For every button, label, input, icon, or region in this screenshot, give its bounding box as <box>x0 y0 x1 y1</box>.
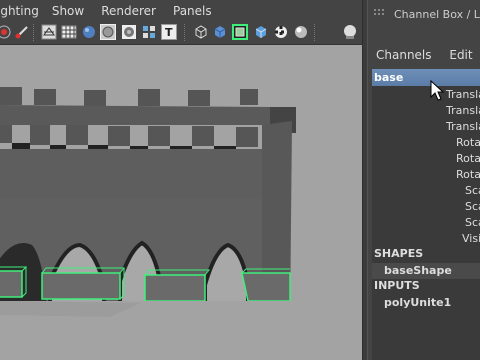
toolbar-separator <box>184 24 187 41</box>
grid-icon[interactable] <box>61 24 77 40</box>
shape-node-item[interactable]: baseShape <box>372 263 480 279</box>
toolbar-separator <box>314 24 317 41</box>
attr-visibility[interactable]: Visi <box>462 231 480 247</box>
menu-panels[interactable]: Panels <box>173 4 212 18</box>
input-node-item[interactable]: polyUnite1 <box>372 295 480 311</box>
attr-scale-x[interactable]: Sca <box>465 183 480 199</box>
isolate-select-icon[interactable]: T <box>161 24 177 40</box>
attr-translate-z[interactable]: Transla <box>446 119 480 135</box>
sphere-icon[interactable] <box>293 24 309 40</box>
selected-node-name[interactable]: base <box>372 69 480 86</box>
channel-box-panel: Channel Box / Layer Channels Edit Ob bas… <box>368 0 480 360</box>
high-quality-icon[interactable] <box>232 24 248 40</box>
xray-icon[interactable] <box>193 24 209 40</box>
smooth-shade-icon[interactable] <box>81 24 97 40</box>
menu-lighting[interactable]: ighting <box>0 4 39 18</box>
menu-channels[interactable]: Channels <box>376 48 432 62</box>
castle-wall-model <box>0 87 362 360</box>
wireframe-on-shaded-icon[interactable] <box>100 24 116 40</box>
panel-menubar: ighting Show Renderer Panels <box>0 0 362 21</box>
3d-viewport[interactable] <box>0 45 362 360</box>
shapes-header: SHAPES <box>374 247 424 260</box>
attr-scale-z[interactable]: Sca <box>465 215 480 231</box>
channel-box-title: Channel Box / Layer <box>394 8 480 21</box>
channel-box-menubar: Channels Edit Ob <box>376 48 480 62</box>
panel-toolbar: T <box>0 21 362 45</box>
textures-icon[interactable] <box>121 24 137 40</box>
svg-text:T: T <box>165 26 173 39</box>
attr-rotate-x[interactable]: Rota <box>456 135 480 151</box>
attr-rotate-y[interactable]: Rota <box>456 151 480 167</box>
menu-edit[interactable]: Edit <box>449 48 472 62</box>
mouse-cursor-icon <box>430 79 446 104</box>
channel-list: base Transla Transla Transla Rota Rota R… <box>372 69 480 360</box>
light-sphere-icon[interactable] <box>342 24 358 40</box>
menu-renderer[interactable]: Renderer <box>101 4 156 18</box>
menu-show[interactable]: Show <box>52 4 84 18</box>
default-quality-icon[interactable] <box>212 24 228 40</box>
attr-scale-y[interactable]: Sca <box>465 199 480 215</box>
inputs-header: INPUTS <box>374 279 420 292</box>
drag-handle-icon[interactable] <box>374 9 388 19</box>
toolbar-separator <box>33 24 36 41</box>
shadows-icon[interactable] <box>253 24 269 40</box>
camera-attributes-icon[interactable] <box>14 24 30 40</box>
attr-translate-x[interactable]: Transla <box>446 87 480 103</box>
attr-translate-y[interactable]: Transla <box>446 103 480 119</box>
viewport-panel: ighting Show Renderer Panels T <box>0 0 362 360</box>
wireframe-icon[interactable] <box>41 24 57 40</box>
lighting-icon[interactable] <box>141 24 157 40</box>
checker-icon[interactable] <box>273 24 289 40</box>
attr-rotate-z[interactable]: Rota <box>456 167 480 183</box>
select-camera-icon[interactable] <box>0 24 12 40</box>
